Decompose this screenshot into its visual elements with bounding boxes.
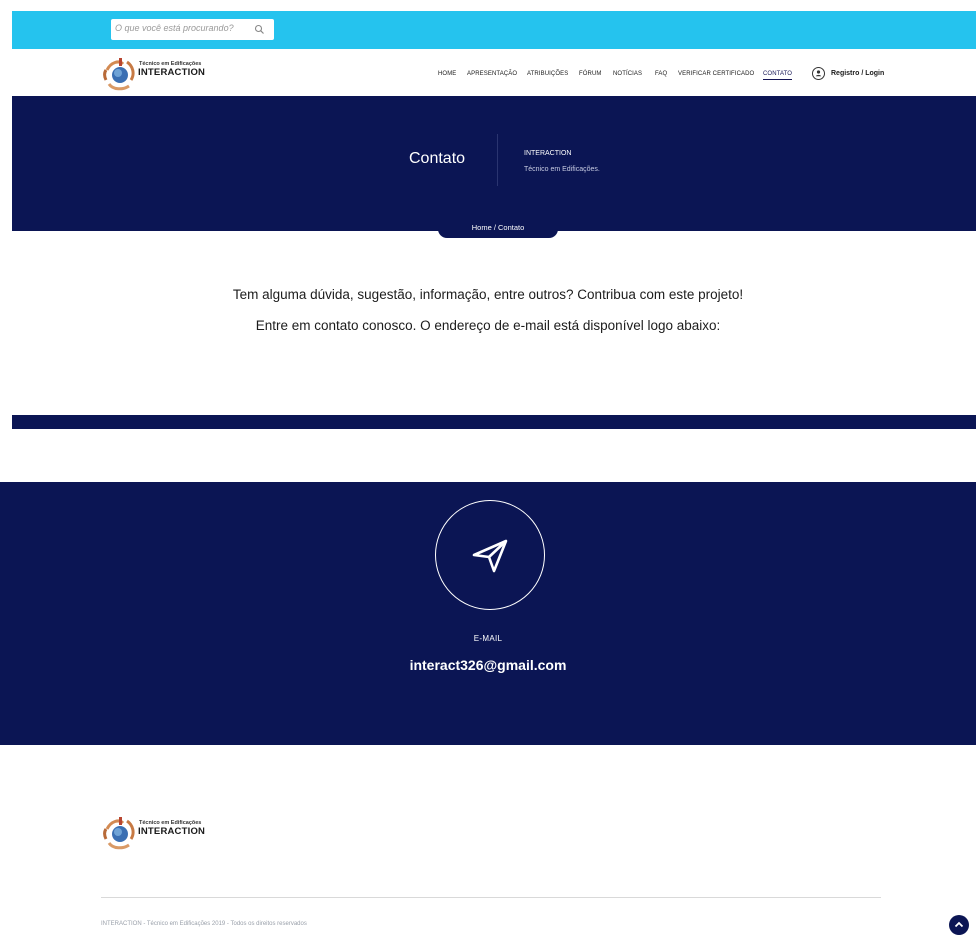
page-title: Contato bbox=[409, 150, 466, 167]
login-link[interactable]: Registro / Login bbox=[812, 66, 884, 80]
nav-noticias[interactable]: NOTÍCIAS bbox=[613, 71, 642, 77]
nav-faq[interactable]: FAQ bbox=[655, 71, 667, 77]
footer-logo[interactable]: Técnico em Edificações INTERACTION bbox=[103, 815, 233, 851]
intro-line-1: Tem alguma dúvida, sugestão, informação,… bbox=[232, 287, 744, 302]
brand-name: INTERACTION bbox=[138, 67, 206, 78]
nav-home[interactable]: HOME bbox=[438, 71, 456, 77]
chevron-up-icon bbox=[954, 921, 964, 928]
nav-verificar-certificado[interactable]: VERIFICAR CERTIFICADO bbox=[678, 71, 754, 77]
paper-plane-icon bbox=[472, 539, 508, 573]
breadcrumb[interactable]: Home / Contato bbox=[438, 217, 558, 238]
email-address[interactable]: interact326@gmail.com bbox=[0, 657, 976, 673]
nav-forum[interactable]: FÓRUM bbox=[579, 71, 602, 77]
search-placeholder: O que você está procurando? bbox=[115, 23, 234, 33]
page-hero bbox=[12, 96, 976, 231]
footer-brand-name: INTERACTION bbox=[138, 826, 206, 837]
search-input[interactable]: O que você está procurando? bbox=[111, 19, 274, 40]
header-logo[interactable]: Técnico em Edificações INTERACTION bbox=[103, 56, 233, 92]
search-icon[interactable] bbox=[254, 24, 265, 35]
breadcrumb-text: Home / Contato bbox=[471, 223, 525, 232]
footer-divider bbox=[101, 897, 881, 898]
nav-contato[interactable]: CONTATO bbox=[763, 71, 793, 80]
email-label: E-MAIL bbox=[473, 634, 503, 643]
footer-copyright: INTERACTION - Técnico em Edificações 201… bbox=[101, 921, 307, 927]
login-label: Registro / Login bbox=[831, 69, 885, 77]
nav-apresentacao[interactable]: APRESENTAÇÃO bbox=[467, 71, 517, 77]
nav-atribuicoes[interactable]: ATRIBUIÇÕES bbox=[527, 71, 568, 77]
intro-line-2: Entre em contato conosco. O endereço de … bbox=[255, 318, 721, 333]
back-to-top-button[interactable] bbox=[949, 915, 969, 935]
contact-icon-circle bbox=[435, 500, 545, 610]
logo-emblem-icon bbox=[103, 58, 135, 91]
hero-divider bbox=[497, 134, 498, 186]
section-divider-bar bbox=[12, 415, 976, 429]
logo-emblem-icon bbox=[103, 817, 135, 850]
hero-org: INTERACTION bbox=[524, 150, 572, 157]
hero-course: Técnico em Edificações. bbox=[524, 166, 600, 173]
user-icon bbox=[812, 66, 825, 80]
